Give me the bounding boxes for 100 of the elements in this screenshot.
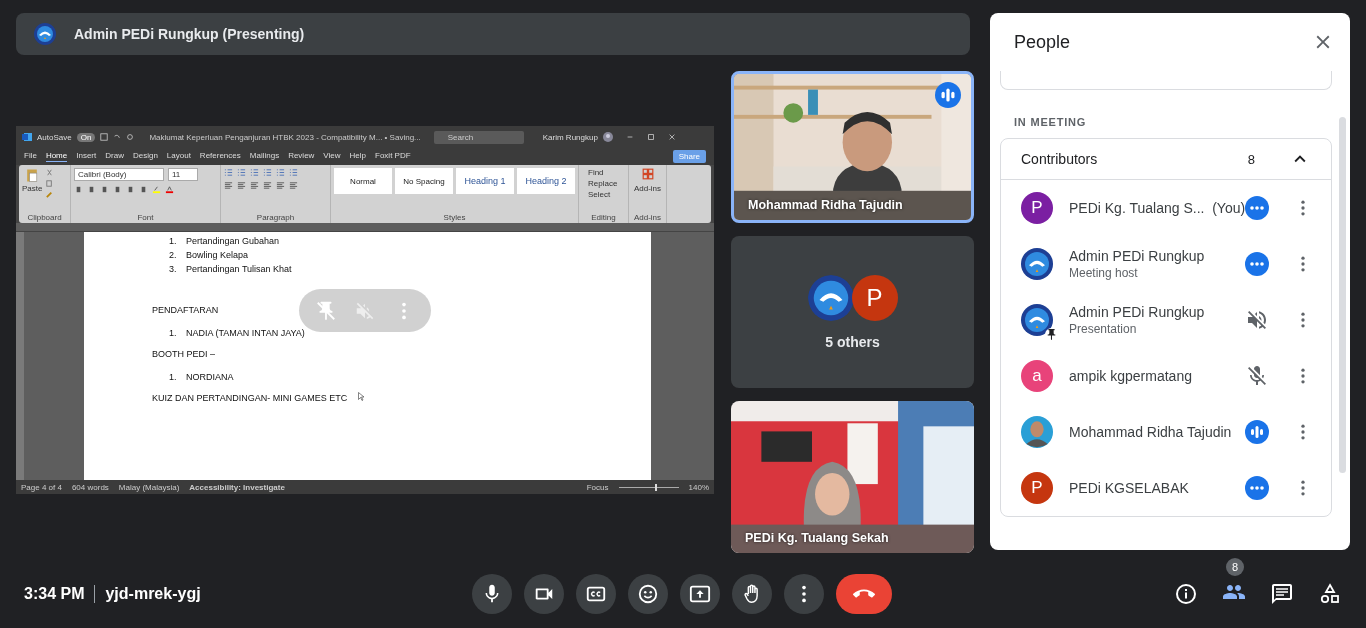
ribbon-tab[interactable]: Draw [105,151,124,162]
font-color-icon[interactable] [165,185,174,194]
logo-avatar-icon [1021,304,1053,336]
ribbon-tab[interactable]: Mailings [249,151,280,162]
participant-name: Admin PEDi Rungkup [1069,304,1206,320]
ribbon-tab[interactable]: Home [45,151,68,162]
camera-button[interactable] [524,574,564,614]
participant-role: Presentation [1069,322,1138,336]
save-icon[interactable] [100,133,109,141]
clipboard-icon[interactable] [26,168,39,183]
align-icon[interactable] [289,181,298,190]
list-icon[interactable] [263,168,272,177]
group-count: 8 [1247,151,1255,167]
align-icon[interactable] [224,181,233,190]
list-number: 2. [168,250,178,260]
list-icon[interactable] [237,168,246,177]
scrollbar[interactable] [1339,117,1346,473]
group-label: Add-ins [632,213,663,222]
more-options-button[interactable] [784,574,824,614]
list-number: 3. [168,264,178,274]
meeting-code: yjd-mrek-ygj [104,585,201,603]
style-option[interactable]: Heading 1 [456,168,514,194]
paste-label[interactable]: Paste [22,184,43,193]
participant-tile[interactable]: P 5 others [731,236,974,388]
ribbon-tab[interactable]: Layout [166,151,191,162]
list-icon[interactable] [250,168,259,177]
ribbon-tab[interactable]: File [24,151,37,162]
ribbon-tab[interactable]: Design [132,151,158,162]
ribbon-tab[interactable]: Foxit PDF [375,151,411,162]
logo-avatar-icon [807,274,854,321]
avatar: P [1021,192,1053,224]
list-item-text: Bowling Kelapa [186,250,249,260]
info-icon[interactable] [1174,582,1198,606]
align-icon[interactable] [250,181,259,190]
participant-tile[interactable]: PEDi Kg. Tualang Sekah [731,401,974,553]
section-label: IN MEETING [1014,116,1088,128]
document-heading: PENDAFTARAN [152,304,219,317]
editing-command[interactable]: Find [582,168,625,178]
word-logo-icon [22,132,32,142]
emoji-button[interactable] [628,574,668,614]
editing-command[interactable]: Select [582,190,625,200]
participant-name: Mohammad Ridha Tajudin [748,198,903,212]
font-size-field[interactable]: 11 [168,168,198,181]
group-label: Paragraph [255,213,296,222]
undo-icon[interactable] [113,133,122,141]
clock-time: 3:34 PM [24,585,96,603]
participant-role: Meeting host [1069,266,1139,280]
leave-call-button[interactable] [836,574,892,614]
participant-tile[interactable]: Mohammad Ridha Tajudin [731,71,974,223]
list-icon[interactable] [276,168,285,177]
activities-icon[interactable] [1318,582,1342,606]
present-button[interactable] [680,574,720,614]
ribbon-tab[interactable]: Insert [76,151,97,162]
style-option[interactable]: Normal [334,168,392,194]
align-icon[interactable] [276,181,285,190]
align-icon[interactable] [263,181,272,190]
list-number: 1. [168,328,178,338]
editing-command[interactable]: Replace [582,179,625,189]
microphone-button[interactable] [472,574,512,614]
list-item-text: NADIA (TAMAN INTAN JAYA) [186,328,305,338]
font-name-field[interactable]: Calibri (Body) [74,168,164,181]
group-title[interactable]: Contributors [1021,151,1098,167]
raise-hand-button[interactable] [732,574,772,614]
participant-name: PEDi Kg. Tualang S... (You) [1069,200,1245,216]
list-icon[interactable] [224,168,233,177]
present-screen-icon[interactable] [689,583,711,605]
mouse-cursor-icon [358,392,364,401]
avatar: P [851,274,898,321]
focus-button[interactable]: Focus [586,482,609,492]
search-field[interactable]: Search [433,130,524,144]
participant-name: PEDi KGSELABAK [1069,480,1190,496]
style-option[interactable]: No Spacing [395,168,453,194]
highlight-icon[interactable] [152,185,161,194]
grid-icon[interactable] [641,168,654,180]
chat-icon[interactable] [1270,582,1294,606]
list-number: 1. [168,236,178,246]
list-icon[interactable] [289,168,298,177]
smiley-icon[interactable] [637,583,659,605]
ribbon-tab[interactable]: View [323,151,341,162]
minimize-icon[interactable] [625,133,634,141]
add-ins-button[interactable]: Add-ins [633,184,662,193]
ribbon-tab[interactable]: Help [349,151,366,162]
ribbon-tab[interactable]: Review [288,151,315,162]
zoom-slider-thumb[interactable] [654,483,657,491]
align-icon[interactable] [237,181,246,190]
document-text: KUIZ DAN PERTANDINGAN- MINI GAMES ETC [152,392,348,405]
maximize-icon[interactable] [646,133,655,141]
avatar: P [1021,472,1053,504]
style-option[interactable]: Heading 2 [517,168,575,194]
accessibility-status[interactable]: Accessibility: Investigate [189,482,285,492]
avatar-icon [602,132,613,142]
presenter-title: Admin PEDi Rungkup (Presenting) [74,26,305,42]
autosave-toggle[interactable]: On [76,132,96,142]
zoom-level: 140% [688,482,709,492]
captions-button[interactable] [576,574,616,614]
ribbon-tab[interactable]: References [199,151,241,162]
participant-count-badge: 8 [1226,558,1244,576]
participant-name: PEDi Kg. Tualang Sekah [745,531,889,545]
list-item-text: Pertandingan Gubahan [186,236,280,246]
close-icon[interactable] [667,133,676,141]
